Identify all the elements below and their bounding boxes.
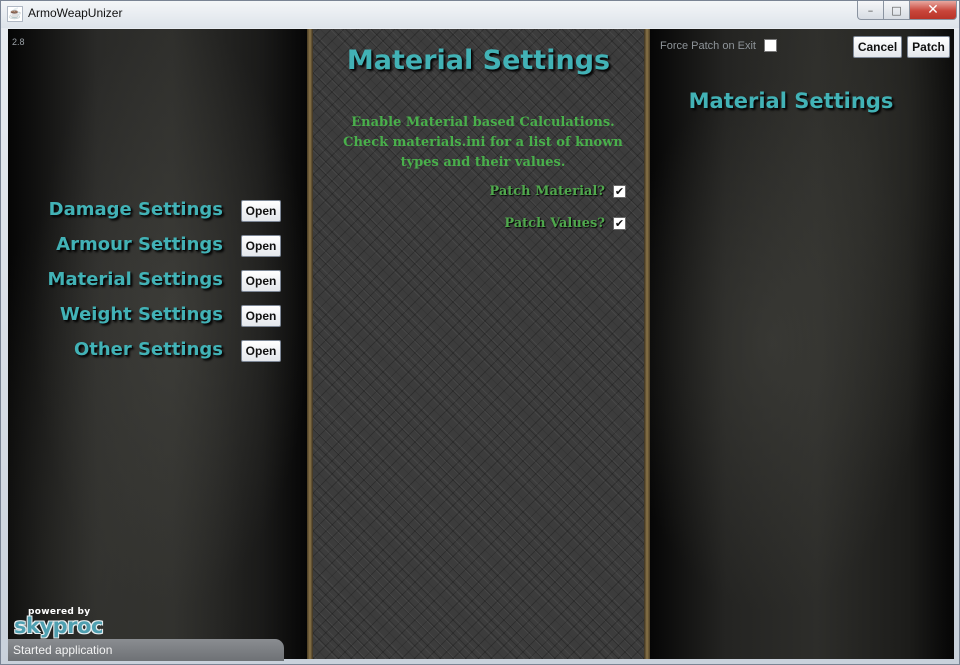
patch-values-label: Patch Values? xyxy=(504,215,605,231)
nav-label-damage: Damage Settings xyxy=(48,199,223,220)
logo-skyproc: skyproc xyxy=(14,614,103,638)
check-icon: ✔ xyxy=(614,184,625,198)
nav-label-armour: Armour Settings xyxy=(56,234,223,255)
nav-row-damage: Damage Settings Open xyxy=(8,197,307,225)
description-line-2: Check materials.ini for a list of known xyxy=(343,135,623,150)
description-line-3: types and their values. xyxy=(400,155,566,170)
patch-material-label: Patch Material? xyxy=(489,183,605,199)
java-app-icon: ☕ xyxy=(7,6,23,22)
settings-title: Material Settings xyxy=(346,45,611,76)
minimize-button[interactable]: – xyxy=(857,1,884,20)
force-patch-label: Force Patch on Exit xyxy=(660,39,756,52)
app-window: ☕ ArmoWeapUnizer – □ ✕ 2.8 Damage Settin… xyxy=(0,0,960,665)
patch-values-checkbox[interactable]: ✔ xyxy=(613,216,626,230)
maximize-button[interactable]: □ xyxy=(884,1,910,20)
open-weight-button[interactable]: Open xyxy=(241,305,281,327)
patch-material-checkbox[interactable]: ✔ xyxy=(613,184,626,198)
nav-row-weight: Weight Settings Open xyxy=(8,302,307,330)
status-bar: Started application xyxy=(8,639,284,661)
nav-label-material: Material Settings xyxy=(47,269,223,290)
right-panel: Force Patch on Exit Cancel Patch Materia… xyxy=(650,29,954,659)
status-text: Started application xyxy=(13,643,113,657)
version-label: 2.8 xyxy=(12,37,25,47)
nav-label-other: Other Settings xyxy=(73,339,223,360)
cancel-button[interactable]: Cancel xyxy=(853,36,902,58)
close-button[interactable]: ✕ xyxy=(910,1,957,20)
nav-label-weight: Weight Settings xyxy=(59,304,223,325)
title-bar[interactable]: ☕ ArmoWeapUnizer – □ ✕ xyxy=(1,1,959,28)
left-panel: 2.8 Damage Settings Open Armour Settings… xyxy=(8,29,307,659)
check-icon: ✔ xyxy=(614,216,625,230)
force-patch-row: Force Patch on Exit xyxy=(660,39,777,52)
open-armour-button[interactable]: Open xyxy=(241,235,281,257)
nav-row-material: Material Settings Open xyxy=(8,267,307,295)
settings-description: Enable Material based Calculations. Chec… xyxy=(333,113,633,173)
nav-row-armour: Armour Settings Open xyxy=(8,232,307,260)
open-other-button[interactable]: Open xyxy=(241,340,281,362)
skyproc-logo: powered by skyproc xyxy=(14,607,104,638)
open-damage-button[interactable]: Open xyxy=(241,200,281,222)
patch-values-option: Patch Values? ✔ xyxy=(504,213,626,233)
content-area: 2.8 Damage Settings Open Armour Settings… xyxy=(8,29,954,659)
right-panel-title: Material Settings xyxy=(688,89,894,113)
description-line-1: Enable Material based Calculations. xyxy=(351,115,615,130)
nav-row-other: Other Settings Open xyxy=(8,337,307,365)
window-controls: – □ ✕ xyxy=(857,1,957,21)
patch-material-option: Patch Material? ✔ xyxy=(489,181,626,201)
settings-panel: Material Settings Enable Material based … xyxy=(313,29,644,659)
window-title: ArmoWeapUnizer xyxy=(28,6,123,20)
open-material-button[interactable]: Open xyxy=(241,270,281,292)
force-patch-checkbox[interactable] xyxy=(764,39,777,52)
patch-button[interactable]: Patch xyxy=(907,36,950,58)
